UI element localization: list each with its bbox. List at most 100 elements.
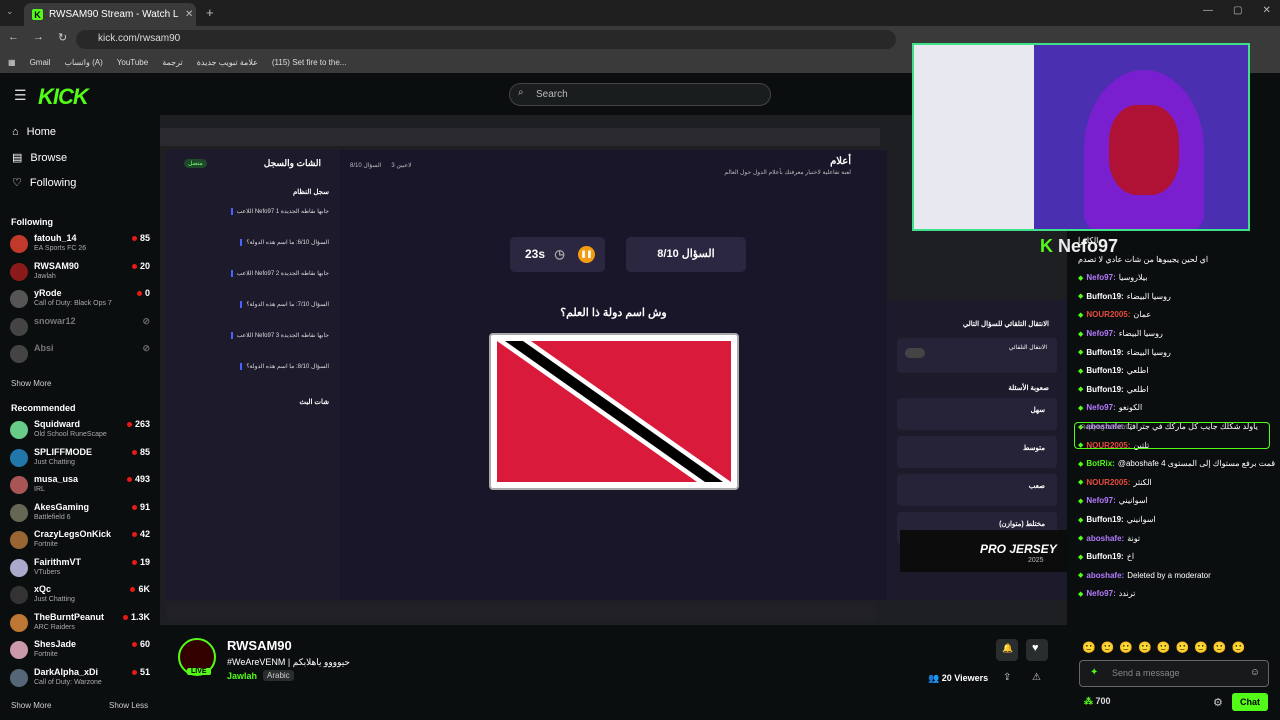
browser-tab[interactable]: K RWSAM90 Stream - Watch Live ✕ [24, 3, 196, 26]
recommended-channel[interactable]: AkesGaming Battlefield 6 91 [10, 501, 150, 526]
auto-toggle-switch[interactable] [905, 348, 925, 358]
chat-username[interactable]: Buffon19: [1086, 366, 1123, 375]
chat-username[interactable]: Buffon19: [1086, 552, 1123, 561]
chat-settings-icon[interactable]: ⚙ [1213, 696, 1223, 709]
minimize-icon[interactable]: — [1203, 5, 1213, 16]
chat-message[interactable]: ◆ Nefo97: ترندد [1078, 589, 1135, 598]
search-input[interactable]: Search [509, 83, 771, 106]
chat-username[interactable]: BotRix: [1086, 459, 1114, 468]
chat-username[interactable]: Nefo97: [1086, 329, 1115, 338]
recommended-channel[interactable]: FairithmVT VTubers 19 [10, 556, 150, 581]
show-more-following[interactable]: Show More [11, 379, 51, 388]
report-icon[interactable]: ⚠ [1032, 672, 1041, 683]
bookmark-whatsapp[interactable]: واتساب (A) [64, 58, 102, 67]
chat-message[interactable]: ◆ aboshafe: Deleted by a moderator [1078, 571, 1211, 580]
points-display[interactable]: ⁂ 700 [1084, 696, 1111, 707]
chat-message[interactable]: ◆ Nefo97: اسوانيني [1078, 496, 1148, 505]
follow-button[interactable]: ♥ [1026, 639, 1048, 661]
kick-logo[interactable]: KICK [38, 84, 89, 110]
live-dot-icon [122, 614, 128, 620]
streamer-name[interactable]: RWSAM90 [227, 638, 292, 653]
chat-username[interactable]: Nefo97: [1086, 273, 1115, 282]
new-tab-icon[interactable]: + [206, 5, 214, 20]
bookmark-gmail[interactable]: Gmail [30, 58, 51, 67]
stream-tag[interactable]: Arabic [263, 670, 294, 681]
bookmark-translate[interactable]: ترجمة [162, 58, 183, 67]
share-icon[interactable]: ⇪ [1003, 672, 1011, 683]
difficulty-option[interactable]: سهل [897, 398, 1057, 430]
chat-username[interactable]: NOUR2005: [1086, 310, 1130, 319]
chat-username[interactable]: Buffon19: [1086, 348, 1123, 357]
following-channel[interactable]: snowar12 ⊘ [10, 315, 150, 340]
sparkle-icon[interactable]: ✦ [1090, 667, 1098, 678]
show-less[interactable]: Show Less [109, 701, 148, 710]
tab-close-icon[interactable]: ✕ [185, 9, 193, 20]
recommended-channel[interactable]: TheBurntPeanut ARC Raiders 1.3K [10, 611, 150, 636]
chat-message[interactable]: ◆ BotRix: @aboshafe قمت برفع مستواك إلى ال… [1078, 459, 1275, 468]
nav-browse[interactable]: ▤ Browse [12, 151, 67, 165]
chat-message[interactable]: ◆ aboshafe: تونة [1078, 534, 1140, 543]
forward-icon[interactable]: → [33, 31, 44, 44]
apps-icon[interactable]: ▦ [8, 58, 16, 67]
chat-input[interactable]: ✦ Send a message ☺ [1079, 660, 1269, 687]
chat-message[interactable]: ◆ NOUR2005: الكنثر [1078, 478, 1152, 487]
chat-message[interactable]: ◆ Nefo97: بيلاروسيا [1078, 273, 1147, 282]
chat-message[interactable]: ◆ Buffon19: روسيا البيضاء [1078, 292, 1171, 301]
chat-username[interactable]: Buffon19: [1086, 292, 1123, 301]
recommended-channel[interactable]: xQc Just Chatting 6K [10, 583, 150, 608]
chat-username[interactable]: aboshafe: [1086, 534, 1124, 543]
tab-search-icon[interactable]: ⌄ [6, 6, 14, 17]
bookmark-youtube[interactable]: YouTube [117, 58, 148, 67]
emoji-icon[interactable]: ☺ [1250, 667, 1260, 678]
chat-message[interactable]: ◆ Buffon19: اطلعي [1078, 366, 1148, 375]
chat-message[interactable]: الكابرا [1078, 236, 1098, 245]
notify-button[interactable]: 🔔 [996, 639, 1018, 661]
emote-bar[interactable]: 🙂🙂🙂🙂🙂🙂🙂🙂🙂 [1082, 641, 1250, 654]
recommended-channel[interactable]: Squidward Old School RuneScape 263 [10, 418, 150, 443]
webcam-face [1109, 105, 1179, 195]
nav-following[interactable]: ♡ Following [12, 176, 76, 190]
stream-category[interactable]: Jawlah [227, 671, 257, 681]
chat-username[interactable]: Nefo97: [1086, 403, 1115, 412]
chat-username[interactable]: NOUR2005: [1086, 478, 1130, 487]
flag-image [489, 333, 739, 490]
chat-send-button[interactable]: Chat [1232, 693, 1268, 711]
chat-message[interactable]: ◆ Buffon19: اخ [1078, 552, 1134, 561]
chat-message[interactable]: اي لحين يجيبوها من شات عادي لا تصدم [1078, 255, 1208, 264]
chat-username[interactable]: aboshafe: [1086, 571, 1124, 580]
nav-home[interactable]: ⌂ Home [12, 126, 56, 138]
chat-message[interactable]: ◆ Nefo97: روسيا البيضاء [1078, 329, 1163, 338]
reload-icon[interactable]: ↻ [58, 31, 67, 44]
recommended-channel[interactable]: musa_usa IRL 493 [10, 473, 150, 498]
chat-username[interactable]: Nefo97: [1086, 589, 1115, 598]
close-window-icon[interactable]: ✕ [1262, 5, 1270, 16]
url-field[interactable]: kick.com/rwsam90 [76, 30, 896, 49]
chat-message[interactable]: ◆ Buffon19: اسوانيني [1078, 515, 1156, 524]
menu-icon[interactable]: ☰ [14, 87, 27, 104]
recommended-channel[interactable]: ShesJade Fortnite 60 [10, 638, 150, 663]
chat-message[interactable]: ◆ NOUR2005: عمان [1078, 310, 1151, 319]
chat-message[interactable]: ◆ Buffon19: اطلعي [1078, 385, 1148, 394]
pause-icon[interactable]: ❚❚ [578, 246, 595, 263]
following-channel[interactable]: yRode Call of Duty: Black Ops 7 0 [10, 287, 150, 312]
difficulty-option[interactable]: صعب [897, 474, 1057, 506]
following-channel[interactable]: fatouh_14 EA Sports FC 26 85 [10, 232, 150, 257]
recommended-channel[interactable]: CrazyLegsOnKick Fortnite 42 [10, 528, 150, 553]
chat-message[interactable]: ◆ Nefo97: الكونغو [1078, 403, 1142, 412]
recommended-channel[interactable]: DarkAlpha_xDi Call of Duty: Warzone 51 [10, 666, 150, 691]
back-icon[interactable]: ← [8, 31, 19, 44]
following-channel[interactable]: Absi ⊘ [10, 342, 150, 367]
chat-username[interactable]: Nefo97: [1086, 496, 1115, 505]
show-more-recommended[interactable]: Show More [11, 701, 51, 710]
bookmark-set-fire[interactable]: (115) Set fire to the... [272, 58, 347, 67]
channel-game: Call of Duty: Warzone [34, 678, 102, 686]
chat-message[interactable]: ◆ Buffon19: روسيا البيضاء [1078, 348, 1171, 357]
following-channel[interactable]: RWSAM90 Jawlah 20 [10, 260, 150, 285]
chat-username[interactable]: Buffon19: [1086, 385, 1123, 394]
maximize-icon[interactable]: ▢ [1233, 5, 1242, 16]
difficulty-option[interactable]: متوسط [897, 436, 1057, 468]
bookmark-newtab[interactable]: علامة تبويب جديدة [197, 58, 258, 67]
auto-toggle-card[interactable]: الانتقال التلقائي [897, 338, 1057, 373]
recommended-channel[interactable]: SPLIFFMODE Just Chatting 85 [10, 446, 150, 471]
chat-username[interactable]: Buffon19: [1086, 515, 1123, 524]
